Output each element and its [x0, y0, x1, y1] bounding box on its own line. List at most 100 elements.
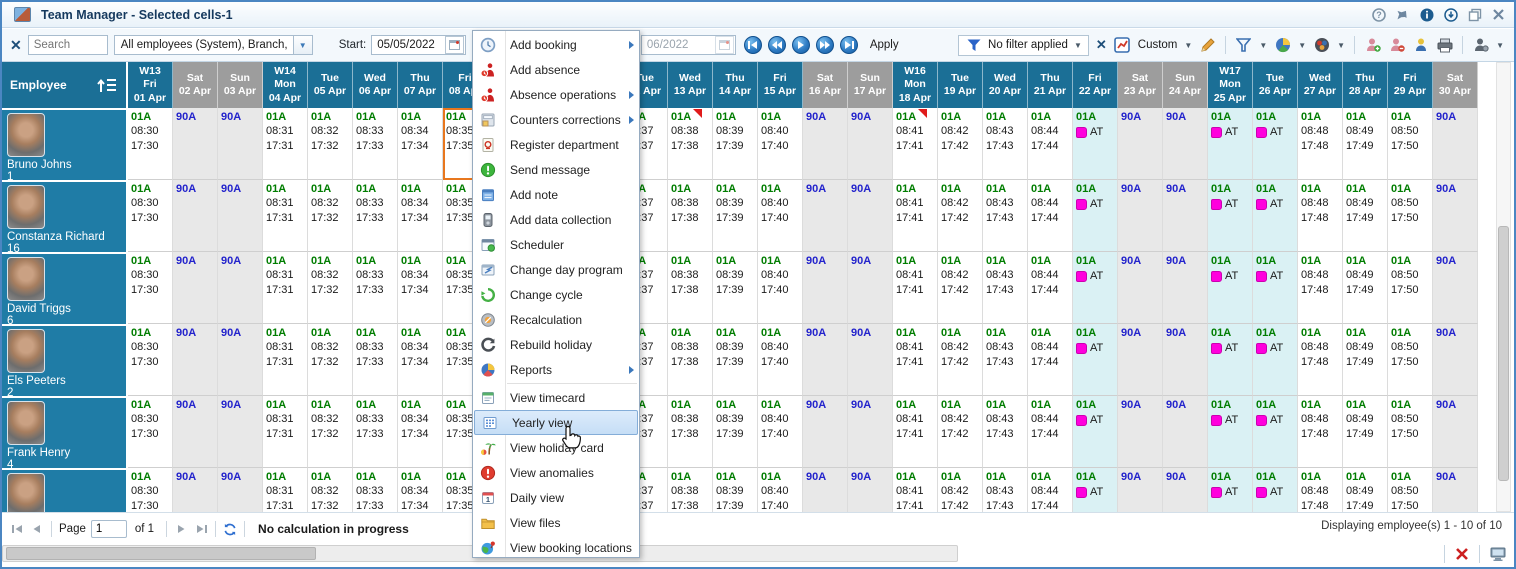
schedule-cell[interactable]: 01A 08:32 17:32: [308, 180, 353, 252]
schedule-cell[interactable]: 01A 08:34 17:34: [398, 108, 443, 180]
schedule-cell[interactable]: 01A AT: [1208, 468, 1253, 512]
schedule-cell[interactable]: 01A 08:40 17:40: [758, 468, 803, 512]
print-icon[interactable]: [1436, 37, 1453, 54]
schedule-cell[interactable]: 90A: [1163, 252, 1208, 324]
schedule-cell[interactable]: 01A 08:42 17:42: [938, 468, 983, 512]
day-header-14-apr[interactable]: Thu 14 Apr: [713, 62, 758, 108]
schedule-cell[interactable]: 90A: [1163, 468, 1208, 512]
next-period-button[interactable]: [815, 36, 834, 54]
employee-panel[interactable]: Els Peeters 2: [2, 324, 128, 399]
schedule-cell[interactable]: 01A 08:41 17:41: [893, 252, 938, 324]
schedule-cell[interactable]: 01A 08:43 17:43: [983, 180, 1028, 252]
schedule-cell[interactable]: 01A AT: [1208, 108, 1253, 180]
schedule-cell[interactable]: 01A 08:44 17:44: [1028, 468, 1073, 512]
filter-status-box[interactable]: No filter applied ▼: [958, 34, 1089, 56]
search-input[interactable]: [27, 35, 108, 55]
schedule-cell[interactable]: 90A: [1433, 252, 1478, 324]
schedule-cell[interactable]: 90A: [1118, 180, 1163, 252]
schedule-cell[interactable]: 01A 08:31 17:31: [263, 180, 308, 252]
schedule-cell[interactable]: 90A: [1433, 468, 1478, 512]
schedule-cell[interactable]: 01A 08:30 17:30: [128, 108, 173, 180]
schedule-cell[interactable]: 01A 08:32 17:32: [308, 396, 353, 468]
schedule-cell[interactable]: 01A 08:39 17:39: [713, 468, 758, 512]
schedule-cell[interactable]: 01A 08:41 17:41: [893, 396, 938, 468]
schedule-cell[interactable]: 01A 08:34 17:34: [398, 468, 443, 512]
schedule-cell[interactable]: 01A 08:30 17:30: [128, 252, 173, 324]
menu-item-change-day-program[interactable]: Change day program: [473, 257, 639, 282]
schedule-cell[interactable]: 90A: [1118, 252, 1163, 324]
schedule-cell[interactable]: 01A 08:40 17:40: [758, 396, 803, 468]
day-header-23-apr[interactable]: Sat 23 Apr: [1118, 62, 1163, 108]
schedule-cell[interactable]: 01A 08:43 17:43: [983, 468, 1028, 512]
schedule-cell[interactable]: 01A 08:44 17:44: [1028, 108, 1073, 180]
schedule-cell[interactable]: 01A 08:39 17:39: [713, 324, 758, 396]
employee-panel[interactable]: David Triggs 6: [2, 252, 128, 327]
day-header-25-apr[interactable]: W17 Mon 25 Apr: [1208, 62, 1253, 108]
day-header-18-apr[interactable]: W16 Mon 18 Apr: [893, 62, 938, 108]
clear-search-icon[interactable]: ✕: [10, 37, 22, 54]
schedule-cell[interactable]: 01A 08:39 17:39: [713, 180, 758, 252]
employee-icon[interactable]: [1412, 37, 1429, 54]
delete-icon[interactable]: [1455, 547, 1469, 561]
first-page-icon[interactable]: [10, 522, 24, 536]
menu-item-view-files[interactable]: View files: [473, 510, 639, 535]
schedule-cell[interactable]: 01A AT: [1208, 324, 1253, 396]
schedule-cell[interactable]: 01A 08:38 17:38: [668, 252, 713, 324]
schedule-cell[interactable]: 01A 08:50 17:50: [1388, 324, 1433, 396]
day-header-13-apr[interactable]: Wed 13 Apr: [668, 62, 713, 108]
schedule-cell[interactable]: 01A 08:30 17:30: [128, 180, 173, 252]
menu-item-send-message[interactable]: Send message: [473, 157, 639, 182]
schedule-cell[interactable]: 90A: [1433, 324, 1478, 396]
schedule-cell[interactable]: 01A 08:33 17:33: [353, 180, 398, 252]
schedule-cell[interactable]: 90A: [803, 108, 848, 180]
schedule-cell[interactable]: 01A AT: [1208, 252, 1253, 324]
schedule-cell[interactable]: 01A 08:34 17:34: [398, 396, 443, 468]
schedule-cell[interactable]: 90A: [848, 324, 893, 396]
schedule-cell[interactable]: 01A 08:40 17:40: [758, 252, 803, 324]
chevron-down-icon[interactable]: ▼: [1074, 41, 1082, 50]
employee-column-header[interactable]: Employee: [2, 62, 128, 108]
schedule-cell[interactable]: 01A 08:44 17:44: [1028, 396, 1073, 468]
previous-page-icon[interactable]: [30, 522, 44, 536]
schedule-cell[interactable]: 01A 08:50 17:50: [1388, 108, 1433, 180]
schedule-cell[interactable]: 01A 08:32 17:32: [308, 252, 353, 324]
schedule-cell[interactable]: 90A: [803, 180, 848, 252]
schedule-cell[interactable]: 01A 08:42 17:42: [938, 180, 983, 252]
start-date-field[interactable]: 05/05/2022: [371, 35, 467, 55]
last-page-icon[interactable]: [194, 522, 208, 536]
chevron-down-icon[interactable]: ▼: [1337, 41, 1345, 50]
menu-item-add-absence[interactable]: Add absence: [473, 57, 639, 82]
vertical-scrollbar[interactable]: [1496, 62, 1511, 512]
schedule-cell[interactable]: 90A: [803, 396, 848, 468]
menu-item-scheduler[interactable]: Scheduler: [473, 232, 639, 257]
day-header-17-apr[interactable]: Sun 17 Apr: [848, 62, 893, 108]
day-header-04-apr[interactable]: W14 Mon 04 Apr: [263, 62, 308, 108]
schedule-cell[interactable]: 01A 08:50 17:50: [1388, 468, 1433, 512]
schedule-cell[interactable]: 90A: [848, 180, 893, 252]
schedule-cell[interactable]: 01A 08:48 17:48: [1298, 324, 1343, 396]
employee-panel[interactable]: Constanza Richard 16: [2, 180, 128, 255]
day-header-07-apr[interactable]: Thu 07 Apr: [398, 62, 443, 108]
schedule-cell[interactable]: 01A AT: [1253, 252, 1298, 324]
schedule-cell[interactable]: 90A: [173, 468, 218, 512]
schedule-cell[interactable]: 01A AT: [1208, 396, 1253, 468]
day-header-05-apr[interactable]: Tue 05 Apr: [308, 62, 353, 108]
download-circle-icon[interactable]: [1443, 7, 1458, 22]
schedule-cell[interactable]: 90A: [1433, 180, 1478, 252]
add-employee-icon[interactable]: [1364, 37, 1381, 54]
day-header-26-apr[interactable]: Tue 26 Apr: [1253, 62, 1298, 108]
sort-icon[interactable]: [96, 76, 118, 94]
schedule-cell[interactable]: 01A 08:39 17:39: [713, 108, 758, 180]
schedule-cell[interactable]: 01A 08:33 17:33: [353, 396, 398, 468]
schedule-cell[interactable]: 90A: [1163, 180, 1208, 252]
schedule-cell[interactable]: 01A 08:44 17:44: [1028, 180, 1073, 252]
menu-item-daily-view[interactable]: 1 Daily view: [473, 485, 639, 510]
day-header-29-apr[interactable]: Fri 29 Apr: [1388, 62, 1433, 108]
schedule-cell[interactable]: 90A: [218, 180, 263, 252]
schedule-cell[interactable]: 90A: [173, 252, 218, 324]
schedule-cell[interactable]: 01A 08:43 17:43: [983, 252, 1028, 324]
schedule-cell[interactable]: 90A: [1433, 396, 1478, 468]
play-button[interactable]: [791, 36, 810, 54]
schedule-cell[interactable]: 90A: [173, 180, 218, 252]
schedule-cell[interactable]: 01A 08:49 17:49: [1343, 324, 1388, 396]
